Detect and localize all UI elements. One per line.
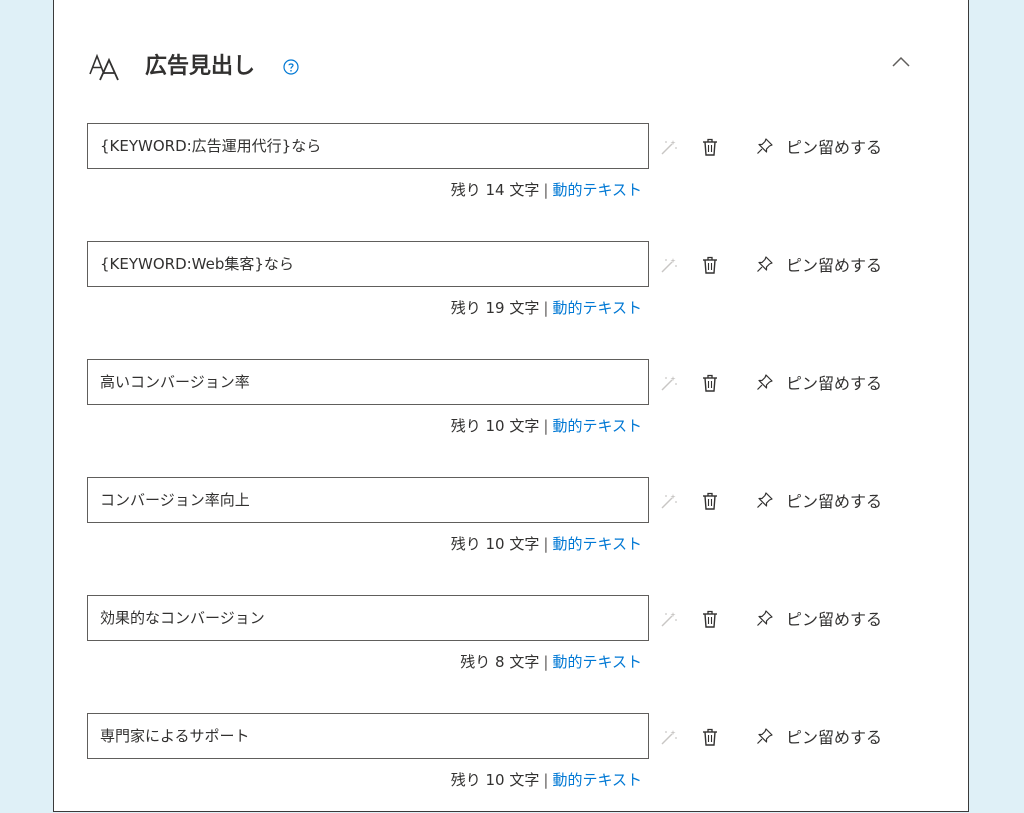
pin-label: ピン留めする — [786, 138, 883, 157]
headline-input[interactable]: {KEYWORD:広告運用代行}なら — [87, 123, 649, 169]
pin-label: ピン留めする — [786, 492, 883, 511]
headline-row: {KEYWORD:Web集客}なら ピン留めする 残り 19 文字 | 動的テキスト — [54, 241, 968, 351]
pin-button[interactable]: ピン留めする — [756, 251, 882, 277]
section-header: 広告見出し — [54, 0, 968, 120]
character-counter: 残り 10 文字 | 動的テキスト — [451, 769, 642, 791]
separator: | — [543, 771, 549, 789]
trash-icon[interactable] — [702, 137, 718, 157]
pin-button[interactable]: ピン留めする — [756, 723, 882, 749]
character-counter: 残り 19 文字 | 動的テキスト — [451, 297, 642, 319]
pin-icon — [757, 492, 773, 508]
trash-icon[interactable] — [702, 727, 718, 747]
dynamic-text-link[interactable]: 動的テキスト — [552, 535, 642, 553]
character-counter: 残り 10 文字 | 動的テキスト — [451, 533, 642, 555]
magic-wand-icon[interactable] — [660, 728, 678, 746]
ad-headlines-panel: 広告見出し {KEYWORD:広告運用代行}なら ピン留めする 残り 14 文字… — [53, 0, 969, 812]
pin-button[interactable]: ピン留めする — [756, 133, 882, 159]
character-counter: 残り 10 文字 | 動的テキスト — [451, 415, 642, 437]
dynamic-text-link[interactable]: 動的テキスト — [552, 771, 642, 789]
section-title: 広告見出し — [145, 54, 256, 79]
pin-label: ピン留めする — [786, 610, 883, 629]
headline-input[interactable]: 高いコンバージョン率 — [87, 359, 649, 405]
separator: | — [543, 181, 549, 199]
headline-input[interactable]: {KEYWORD:Web集客}なら — [87, 241, 649, 287]
magic-wand-icon[interactable] — [660, 492, 678, 510]
headline-row: {KEYWORD:広告運用代行}なら ピン留めする 残り 14 文字 | 動的テキス… — [54, 123, 968, 233]
remaining-characters: 残り 19 文字 — [450, 299, 540, 317]
pin-icon — [757, 610, 773, 626]
magic-wand-icon[interactable] — [660, 610, 678, 628]
remaining-characters: 残り 10 文字 — [450, 535, 540, 553]
separator: | — [543, 653, 549, 671]
magic-wand-icon[interactable] — [660, 138, 678, 156]
pin-button[interactable]: ピン留めする — [756, 605, 882, 631]
pin-icon — [757, 256, 773, 272]
dynamic-text-link[interactable]: 動的テキスト — [552, 653, 642, 671]
dynamic-text-link[interactable]: 動的テキスト — [552, 417, 642, 435]
trash-icon[interactable] — [702, 373, 718, 393]
pin-label: ピン留めする — [786, 374, 883, 393]
headline-input[interactable]: 効果的なコンバージョン — [87, 595, 649, 641]
trash-icon[interactable] — [702, 491, 718, 511]
chevron-up-icon[interactable] — [891, 55, 911, 69]
font-size-icon — [89, 53, 119, 81]
separator: | — [543, 417, 549, 435]
help-circle-icon[interactable] — [283, 59, 299, 75]
remaining-characters: 残り 10 文字 — [450, 417, 540, 435]
pin-label: ピン留めする — [786, 256, 883, 275]
headline-row: コンバージョン率向上 ピン留めする 残り 10 文字 | 動的テキスト — [54, 477, 968, 587]
pin-icon — [757, 138, 773, 154]
pin-icon — [757, 374, 773, 390]
remaining-characters: 残り 10 文字 — [450, 771, 540, 789]
pin-label: ピン留めする — [786, 728, 883, 747]
separator: | — [543, 299, 549, 317]
remaining-characters: 残り 14 文字 — [450, 181, 540, 199]
pin-button[interactable]: ピン留めする — [756, 369, 882, 395]
headline-input[interactable]: 専門家によるサポート — [87, 713, 649, 759]
headline-input[interactable]: コンバージョン率向上 — [87, 477, 649, 523]
dynamic-text-link[interactable]: 動的テキスト — [552, 181, 642, 199]
pin-button[interactable]: ピン留めする — [756, 487, 882, 513]
dynamic-text-link[interactable]: 動的テキスト — [552, 299, 642, 317]
headline-row: 専門家によるサポート ピン留めする 残り 10 文字 | 動的テキスト — [54, 713, 968, 811]
trash-icon[interactable] — [702, 609, 718, 629]
pin-icon — [757, 728, 773, 744]
magic-wand-icon[interactable] — [660, 256, 678, 274]
headline-row: 高いコンバージョン率 ピン留めする 残り 10 文字 | 動的テキスト — [54, 359, 968, 469]
headline-row: 効果的なコンバージョン ピン留めする 残り 8 文字 | 動的テキスト — [54, 595, 968, 705]
trash-icon[interactable] — [702, 255, 718, 275]
character-counter: 残り 8 文字 | 動的テキスト — [460, 651, 642, 673]
character-counter: 残り 14 文字 | 動的テキスト — [451, 179, 642, 201]
remaining-characters: 残り 8 文字 — [460, 653, 540, 671]
magic-wand-icon[interactable] — [660, 374, 678, 392]
separator: | — [543, 535, 549, 553]
